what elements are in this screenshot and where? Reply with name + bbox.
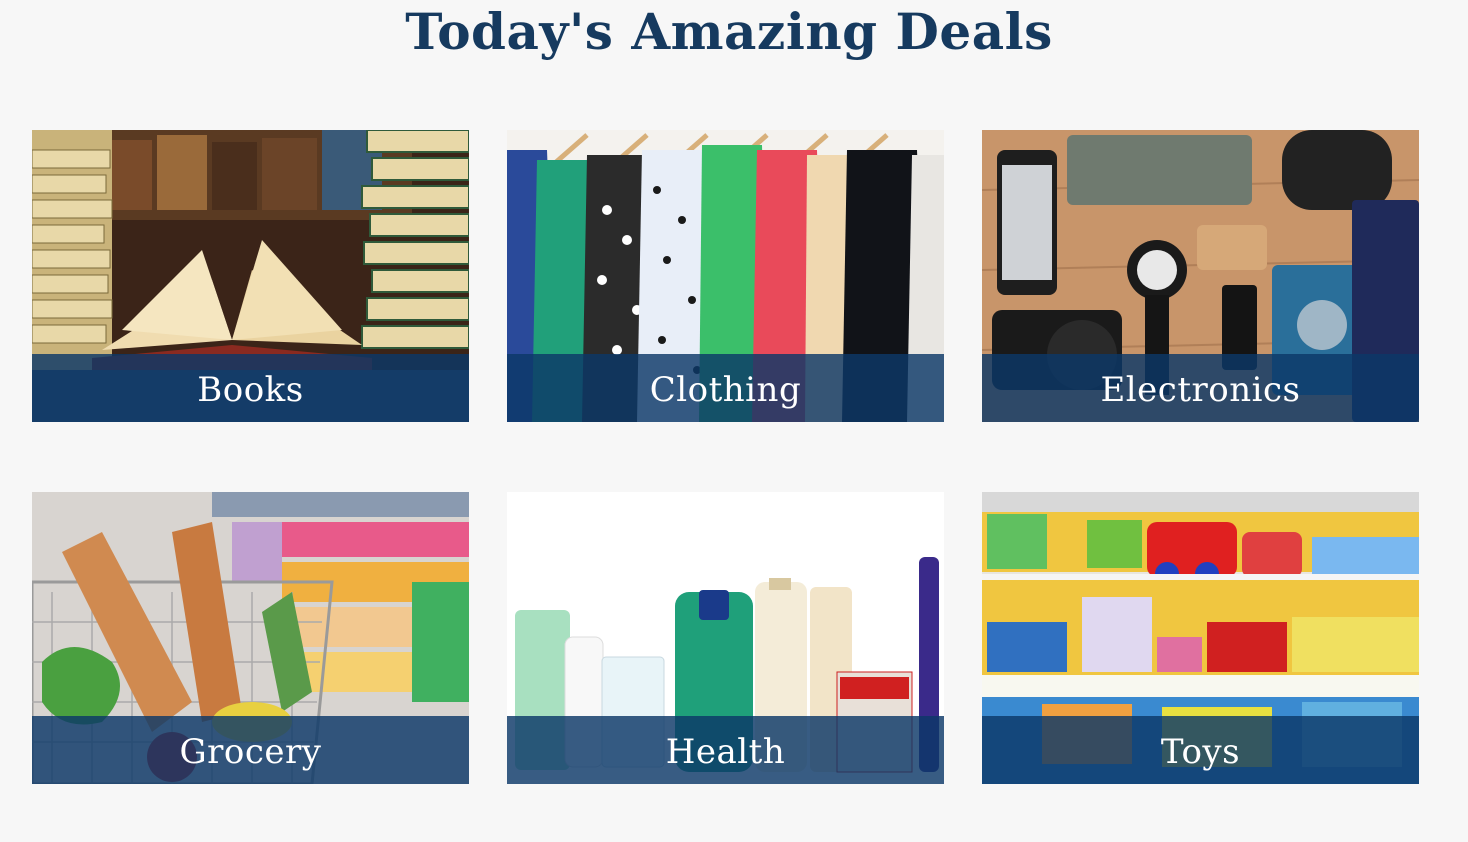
category-label-books[interactable]: Books [32,354,469,422]
category-tile-grocery[interactable]: Grocery [32,492,469,784]
category-tile-electronics[interactable]: Electronics [982,130,1419,422]
category-label-health[interactable]: Health [507,716,944,784]
category-tile-books[interactable]: Books [32,130,469,422]
page-title: Today's Amazing Deals [405,2,1053,61]
category-tile-toys[interactable]: Toys [982,492,1419,784]
category-label-electronics[interactable]: Electronics [982,354,1419,422]
category-label-clothing[interactable]: Clothing [507,354,944,422]
category-tile-clothing[interactable]: Clothing [507,130,944,422]
category-tile-health[interactable]: Health [507,492,944,784]
category-label-grocery[interactable]: Grocery [32,716,469,784]
category-label-toys[interactable]: Toys [982,716,1419,784]
